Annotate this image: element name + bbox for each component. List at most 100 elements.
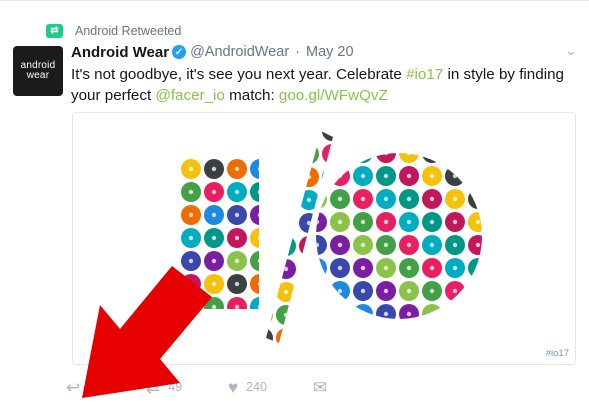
watchface-hand: [475, 288, 481, 294]
watchface-hand: [306, 335, 312, 341]
watchface-hand: [383, 242, 389, 248]
watchface-hand: [283, 335, 289, 341]
watchface-hand: [452, 173, 458, 179]
watchface-hand: [475, 311, 481, 317]
slash-watchfaces: [261, 131, 333, 343]
chevron-down-icon[interactable]: ⌄: [563, 43, 579, 57]
watchface-dot: [250, 182, 259, 202]
avatar-text-line-2: wear: [26, 70, 50, 81]
watchface-hand: [316, 219, 320, 225]
avatar[interactable]: android wear: [13, 46, 63, 96]
watchface-hand: [283, 131, 289, 134]
io17-artwork: [181, 131, 482, 343]
watchface-hand: [283, 243, 289, 249]
watchface-hand: [429, 196, 435, 202]
reply-icon: ↩: [66, 377, 81, 397]
watchface-hand: [188, 235, 194, 241]
watchface-hand: [283, 151, 289, 157]
letter-i-watchfaces: [181, 159, 259, 309]
watchface-hand: [261, 175, 265, 179]
tweet-timestamp[interactable]: May 20: [306, 44, 354, 60]
like-button[interactable]: ♥ 240: [228, 379, 313, 396]
watchface-hand: [316, 242, 320, 248]
watchface-hand: [234, 304, 240, 309]
watchface-hand: [257, 190, 259, 194]
tweet-media-image[interactable]: #io17: [72, 112, 576, 365]
watchface-dot: [299, 259, 319, 279]
retweet-context-label: Android Retweeted: [75, 24, 182, 38]
watchface-dot: [276, 190, 296, 210]
watchface-dot: [330, 304, 350, 319]
watchface-hand: [257, 167, 259, 171]
watchface-hand: [383, 288, 389, 294]
watchface-dot: [299, 131, 319, 141]
tweet-actions: ↩ 3 ⇄ 49 ♥ 240 ✉: [66, 377, 327, 397]
author-fullname[interactable]: Android Wear: [71, 44, 169, 61]
watchface-dot: [299, 236, 319, 256]
watchface-hand: [306, 289, 312, 295]
watchface-hand: [360, 196, 366, 202]
watchface-hand: [261, 244, 265, 248]
watchface-hand: [383, 196, 389, 202]
watchface-hand: [360, 288, 366, 294]
tweet-card[interactable]: ⇄ Android Retweeted android wear Android…: [0, 0, 589, 419]
direct-message-button[interactable]: ✉: [313, 379, 327, 396]
watchface-hand: [329, 335, 333, 341]
watchface-hand: [429, 219, 435, 225]
watchface-dot: [322, 131, 333, 141]
watchface-hand: [306, 220, 312, 226]
watchface-hand: [211, 235, 217, 241]
watchface-hand: [337, 311, 343, 317]
watchface-dot: [299, 282, 319, 302]
watchface-hand: [429, 173, 435, 179]
watchface-dot: [299, 328, 319, 343]
watchface-hand: [429, 288, 435, 294]
url-link[interactable]: goo.gl/WFwQvZ: [279, 87, 388, 104]
watchface-hand: [329, 131, 333, 134]
watchface-hand: [383, 265, 389, 271]
watchface-dot: [422, 304, 442, 319]
watchface-hand: [475, 196, 481, 202]
watchface-hand: [257, 259, 259, 263]
watchface-hand: [283, 174, 289, 180]
watchface-hand: [306, 151, 312, 157]
watchface-hand: [429, 311, 435, 317]
watchface-hand: [429, 265, 435, 271]
watchface-dot: [250, 205, 259, 225]
watchface-hand: [188, 281, 194, 287]
retweet-button[interactable]: ⇄ 49: [146, 379, 228, 396]
watchface-hand: [452, 265, 458, 271]
watchface-hand: [306, 266, 312, 272]
watchface-hand: [306, 197, 312, 203]
watchface-dot: [316, 281, 327, 301]
watchface-hand: [234, 281, 240, 287]
reply-button[interactable]: ↩ 3: [66, 379, 146, 396]
watchface-dot: [322, 305, 333, 325]
watchface-hand: [188, 212, 194, 218]
watchface-dot: [266, 131, 273, 141]
watchface-hand: [257, 305, 259, 309]
watchface-hand: [429, 153, 435, 156]
hashtag-link[interactable]: #io17: [406, 66, 443, 83]
watchface-hand: [452, 242, 458, 248]
letter-o-watchfaces: [316, 153, 482, 319]
watchface-hand: [452, 311, 458, 317]
watchface-hand: [406, 311, 412, 317]
watchface-dot: [250, 159, 259, 179]
watchface-hand: [337, 173, 343, 179]
watchface-hand: [306, 174, 312, 180]
watchface-dot: [276, 328, 296, 343]
watchface-dot: [445, 153, 465, 163]
envelope-icon: ✉: [313, 377, 328, 397]
watchface-hand: [211, 304, 217, 309]
like-count: 240: [246, 380, 267, 394]
watchface-hand: [383, 311, 389, 317]
mention-link[interactable]: @facer_io: [155, 87, 224, 104]
watchface-hand: [475, 219, 481, 225]
watchface-hand: [283, 289, 289, 295]
retweet-count: 49: [168, 380, 183, 394]
watchface-dot: [250, 297, 259, 309]
watchface-hand: [475, 265, 481, 271]
media-hashtag-label: #io17: [545, 348, 569, 359]
author-screen-name[interactable]: @AndroidWear: [190, 44, 289, 60]
